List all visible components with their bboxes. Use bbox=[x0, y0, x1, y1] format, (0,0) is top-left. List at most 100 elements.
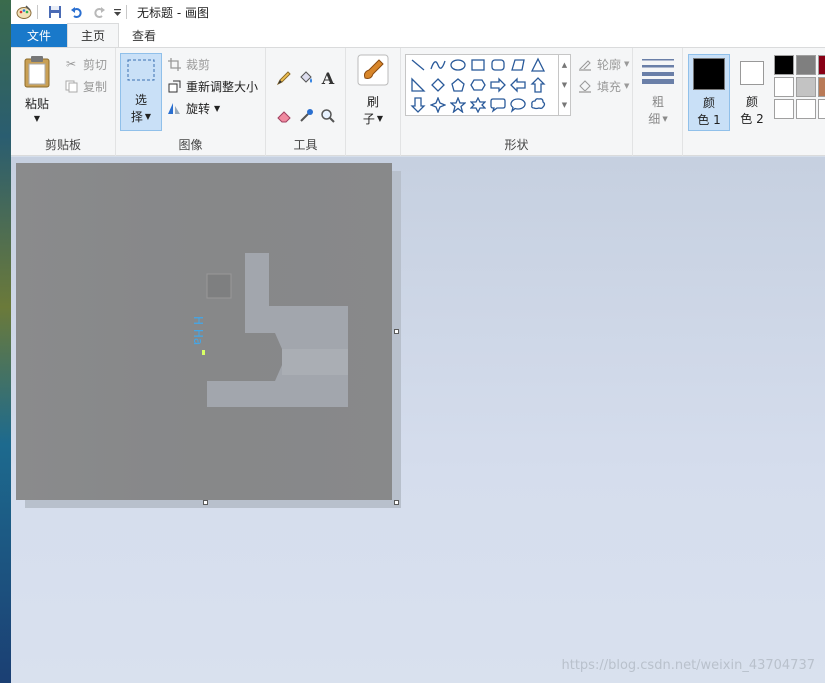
brushes-dropdown-icon[interactable]: ▼ bbox=[377, 114, 383, 123]
rounded-rectangle-shape-icon[interactable] bbox=[488, 55, 508, 75]
brushes-button[interactable]: 刷 子 ▼ bbox=[354, 54, 392, 127]
select-button[interactable]: 选 择 ▼ bbox=[120, 53, 162, 131]
tools-grid: A bbox=[274, 68, 340, 126]
palette-color-swatch[interactable] bbox=[774, 77, 794, 97]
fill-button[interactable]: 填充 ▼ bbox=[577, 76, 629, 96]
left-arrow-shape-icon[interactable] bbox=[508, 75, 528, 95]
rotate-icon bbox=[166, 100, 182, 116]
canvas-resize-handle-right[interactable] bbox=[394, 329, 399, 334]
color1-label-2: 色 1 bbox=[697, 113, 721, 127]
resize-button[interactable]: 重新调整大小 bbox=[166, 76, 258, 96]
size-button[interactable]: 粗 细 ▼ bbox=[639, 56, 677, 127]
oval-shape-icon[interactable] bbox=[448, 55, 468, 75]
magnifier-icon[interactable] bbox=[318, 106, 338, 126]
separator bbox=[126, 5, 127, 19]
rectangle-shape-icon[interactable] bbox=[468, 55, 488, 75]
polygon-shape-icon[interactable] bbox=[508, 55, 528, 75]
fill-dropdown-icon[interactable]: ▼ bbox=[624, 82, 629, 90]
redo-icon[interactable] bbox=[90, 3, 108, 21]
crop-label: 裁剪 bbox=[186, 57, 211, 72]
scroll-down-icon[interactable]: ▼ bbox=[562, 81, 567, 89]
select-rectangle-icon bbox=[126, 58, 156, 85]
drawing-canvas[interactable]: H Ha bbox=[16, 163, 392, 500]
shapes-gallery-scrollbar[interactable]: ▲ ▼ ▼ bbox=[559, 54, 571, 116]
rotate-label: 旋转 bbox=[186, 101, 211, 116]
separator bbox=[37, 5, 38, 19]
brushes-label-1: 刷 bbox=[366, 95, 379, 109]
curve-shape-icon[interactable] bbox=[428, 55, 448, 75]
fill-bucket-icon bbox=[577, 78, 593, 94]
undo-icon[interactable] bbox=[68, 3, 86, 21]
five-point-star-icon[interactable] bbox=[448, 95, 468, 115]
palette-color-swatch[interactable] bbox=[774, 99, 794, 119]
copy-label: 复制 bbox=[83, 79, 108, 94]
palette-color-swatch[interactable] bbox=[796, 99, 816, 119]
customize-toolbar-chevron-icon[interactable] bbox=[112, 3, 122, 21]
tab-home[interactable]: 主页 bbox=[67, 23, 120, 47]
size-dropdown-icon[interactable]: ▼ bbox=[662, 115, 667, 123]
crop-button[interactable]: 裁剪 bbox=[166, 54, 210, 74]
shapes-group: ▲ ▼ ▼ 轮廓 ▼ 填充 ▼ 形状 bbox=[401, 48, 633, 156]
tools-group-label: 工具 bbox=[293, 138, 318, 152]
six-point-star-icon[interactable] bbox=[468, 95, 488, 115]
watermark: https://blog.csdn.net/weixin_43704737 bbox=[561, 658, 815, 673]
shapes-group-label: 形状 bbox=[504, 138, 529, 152]
size-group: 粗 细 ▼ bbox=[633, 48, 683, 156]
up-arrow-shape-icon[interactable] bbox=[528, 75, 548, 95]
tab-view[interactable]: 查看 bbox=[119, 23, 169, 47]
pentagon-shape-icon[interactable] bbox=[448, 75, 468, 95]
fill-bucket-icon[interactable] bbox=[296, 68, 316, 88]
four-point-star-icon[interactable] bbox=[428, 95, 448, 115]
color2-label-2: 色 2 bbox=[740, 112, 764, 126]
color2-swatch bbox=[740, 61, 764, 85]
brushes-label-2: 子 bbox=[362, 112, 375, 126]
eraser-icon[interactable] bbox=[274, 106, 294, 126]
right-triangle-shape-icon[interactable] bbox=[408, 75, 428, 95]
copy-button[interactable]: 复制 bbox=[63, 76, 107, 96]
canvas-resize-handle-corner[interactable] bbox=[394, 500, 399, 505]
resize-icon bbox=[166, 78, 182, 94]
palette-color-swatch[interactable] bbox=[818, 55, 825, 75]
rotate-button[interactable]: 旋转 ▼ bbox=[166, 98, 220, 118]
palette-color-swatch[interactable] bbox=[796, 77, 816, 97]
paint-app-icon[interactable] bbox=[15, 3, 33, 21]
ribbon: 粘贴 ▼ ✂ 剪切 复制 剪贴板 选 择 ▼ 裁剪 重新调整大小 旋转 ▼ 图像… bbox=[11, 48, 825, 156]
outline-dropdown-icon[interactable]: ▼ bbox=[624, 60, 629, 68]
rotate-dropdown-icon[interactable]: ▼ bbox=[214, 104, 220, 113]
tab-file[interactable]: 文件 bbox=[11, 24, 67, 47]
palette-color-swatch[interactable] bbox=[818, 77, 825, 97]
window-title: 无标题 - 画图 bbox=[137, 5, 209, 20]
diamond-shape-icon[interactable] bbox=[428, 75, 448, 95]
palette-color-swatch[interactable] bbox=[818, 99, 825, 119]
color-picker-icon[interactable] bbox=[296, 106, 316, 126]
oval-callout-icon[interactable] bbox=[508, 95, 528, 115]
down-arrow-shape-icon[interactable] bbox=[408, 95, 428, 115]
right-arrow-shape-icon[interactable] bbox=[488, 75, 508, 95]
rounded-callout-icon[interactable] bbox=[488, 95, 508, 115]
line-shape-icon[interactable] bbox=[408, 55, 428, 75]
pencil-icon[interactable] bbox=[274, 68, 294, 88]
hexagon-shape-icon[interactable] bbox=[468, 75, 488, 95]
tools-group: A 工具 bbox=[266, 48, 346, 156]
palette-color-swatch[interactable] bbox=[774, 55, 794, 75]
canvas-resize-handle-bottom[interactable] bbox=[203, 500, 208, 505]
select-dropdown-icon[interactable]: ▼ bbox=[145, 112, 151, 121]
resize-label: 重新调整大小 bbox=[186, 79, 259, 94]
size-label-1: 粗 bbox=[651, 95, 664, 109]
color-palette bbox=[774, 55, 825, 121]
cut-button[interactable]: ✂ 剪切 bbox=[63, 54, 107, 74]
outline-button[interactable]: 轮廓 ▼ bbox=[577, 54, 629, 74]
color1-button[interactable]: 颜 色 1 bbox=[688, 54, 730, 131]
paste-icon bbox=[22, 54, 52, 91]
paste-button[interactable]: 粘贴 ▼ bbox=[17, 54, 57, 123]
save-icon[interactable] bbox=[46, 3, 64, 21]
scroll-up-icon[interactable]: ▲ bbox=[562, 61, 567, 69]
paste-dropdown-icon[interactable]: ▼ bbox=[34, 114, 40, 123]
triangle-shape-icon[interactable] bbox=[528, 55, 548, 75]
color2-button[interactable]: 颜 色 2 bbox=[732, 54, 772, 131]
gallery-expand-icon[interactable]: ▼ bbox=[562, 101, 567, 109]
cloud-callout-icon[interactable] bbox=[528, 95, 548, 115]
palette-color-swatch[interactable] bbox=[796, 55, 816, 75]
highlight-mark bbox=[202, 350, 205, 355]
text-tool-icon[interactable]: A bbox=[318, 68, 338, 88]
